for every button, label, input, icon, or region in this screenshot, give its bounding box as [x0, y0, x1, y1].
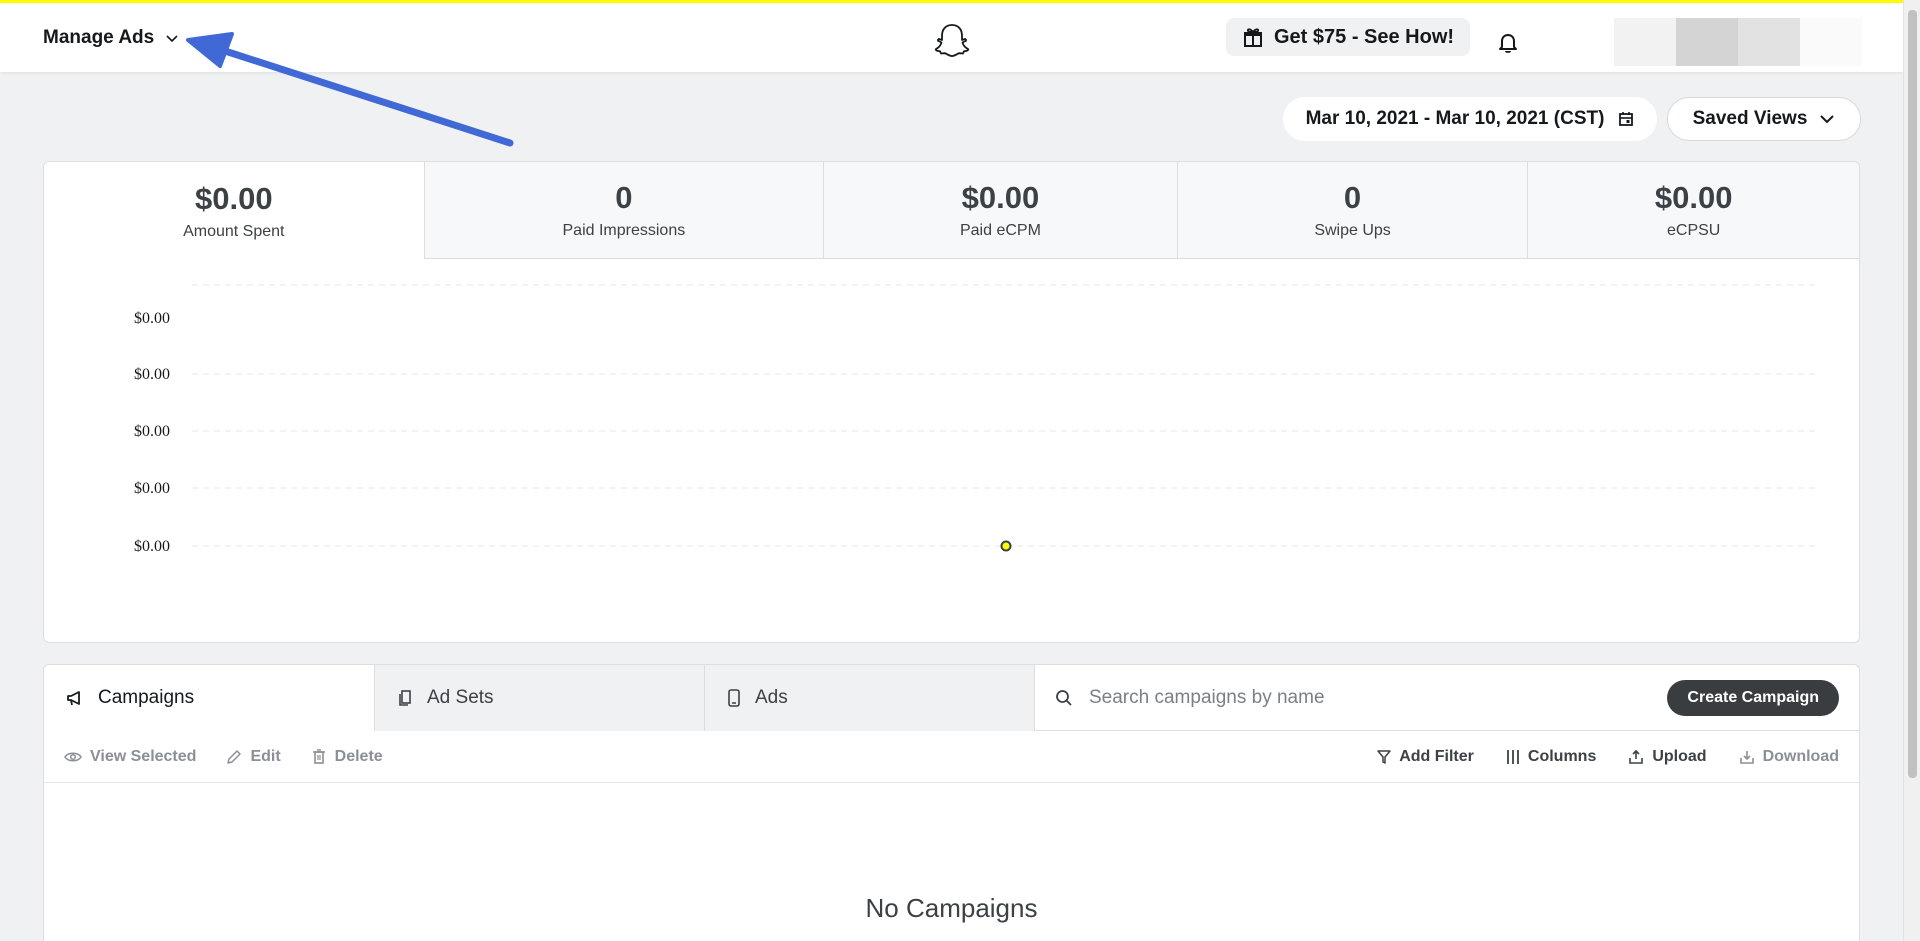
tab-campaigns[interactable]: Campaigns [44, 665, 375, 731]
tab-ad-sets[interactable]: Ad Sets [375, 665, 705, 731]
line-chart: $0.00 $0.00 $0.00 $0.00 $0.00 [134, 284, 1819, 555]
metric-value: 0 [1343, 180, 1362, 215]
columns-button[interactable]: Columns [1506, 748, 1596, 766]
notification-bell-icon[interactable] [1496, 30, 1520, 54]
download-label: Download [1762, 747, 1839, 765]
metric-amount-spent[interactable]: $0.00 Amount Spent [44, 162, 424, 259]
metric-label: Paid Impressions [562, 222, 686, 239]
page-scrollbar[interactable] [1903, 0, 1920, 941]
download-icon [1739, 750, 1754, 764]
metric-paid-ecpm[interactable]: $0.00 Paid eCPM [823, 162, 1177, 259]
metric-paid-impressions[interactable]: 0 Paid Impressions [423, 162, 824, 259]
saved-views-dropdown[interactable]: Saved Views [1667, 97, 1861, 141]
metric-label: Swipe Ups [1314, 222, 1391, 239]
trash-icon [312, 749, 325, 764]
view-selected-label: View Selected [90, 747, 197, 765]
columns-icon [1506, 749, 1519, 764]
tab-label: Campaigns [98, 687, 195, 708]
metric-label: eCPSU [1667, 222, 1721, 239]
chevron-down-icon [1820, 115, 1835, 124]
metric-label: Paid eCPM [959, 222, 1041, 239]
campaigns-card: Campaigns Ad Sets Ads Create Campaign Vi… [43, 664, 1860, 941]
pencil-icon [227, 749, 242, 764]
top-navigation-bar: Manage Ads Get $75 - See How! [0, 0, 1903, 72]
add-filter-button[interactable]: Add Filter [1377, 748, 1474, 766]
metric-value: $0.00 [961, 180, 1040, 215]
metric-value: $0.00 [1654, 180, 1733, 215]
stats-card: $0.00 Amount Spent 0 Paid Impressions $0… [43, 161, 1860, 643]
avatar-placeholder [1800, 18, 1862, 66]
add-filter-label: Add Filter [1399, 747, 1474, 765]
ad-sets-icon [399, 690, 411, 706]
chart-data-point [1000, 540, 1012, 552]
metric-value: $0.00 [195, 180, 273, 216]
upload-icon [1629, 749, 1644, 764]
gift-icon [1244, 28, 1262, 47]
y-tick-label: $0.00 [134, 310, 170, 327]
phone-icon [728, 689, 740, 707]
view-selected-button[interactable]: View Selected [64, 748, 196, 766]
promo-label: Get $75 - See How! [1274, 25, 1455, 48]
table-toolbar: View Selected Edit Delete Add Filter Col… [44, 731, 1859, 783]
upload-label: Upload [1652, 747, 1707, 765]
eye-icon [64, 752, 82, 761]
scrollbar-thumb[interactable] [1908, 10, 1917, 778]
metric-value: 0 [615, 180, 633, 215]
edit-label: Edit [250, 747, 281, 765]
y-tick-label: $0.00 [134, 423, 170, 440]
chevron-down-icon [166, 35, 178, 43]
date-range-picker[interactable]: Mar 10, 2021 - Mar 10, 2021 (CST) [1283, 97, 1657, 141]
search-input[interactable] [1089, 686, 1589, 709]
saved-views-label: Saved Views [1692, 108, 1808, 129]
metric-label: Amount Spent [183, 222, 285, 240]
promo-button[interactable]: Get $75 - See How! [1226, 18, 1471, 56]
date-range-label: Mar 10, 2021 - Mar 10, 2021 (CST) [1305, 108, 1605, 129]
download-button[interactable]: Download [1739, 748, 1839, 766]
edit-button[interactable]: Edit [226, 747, 281, 766]
avatar-placeholder [1738, 18, 1800, 66]
y-tick-label: $0.00 [134, 366, 170, 383]
metric-swipe-ups[interactable]: 0 Swipe Ups [1176, 162, 1528, 259]
y-tick-label: $0.00 [134, 480, 170, 497]
delete-label: Delete [334, 747, 383, 765]
avatar-placeholder [1614, 18, 1676, 66]
account-switcher[interactable] [1614, 18, 1862, 66]
create-campaign-button[interactable]: Create Campaign [1667, 680, 1839, 716]
entity-tabs: Campaigns Ad Sets Ads Create Campaign [44, 665, 1859, 731]
delete-button[interactable]: Delete [311, 748, 383, 766]
calendar-icon [1619, 112, 1634, 126]
manage-ads-menu[interactable]: Manage Ads [43, 27, 180, 49]
avatar-placeholder [1676, 18, 1738, 66]
tab-label: Ads [755, 687, 788, 708]
metric-tabs: $0.00 Amount Spent 0 Paid Impressions $0… [44, 162, 1859, 259]
tab-label: Ad Sets [427, 687, 494, 708]
y-tick-label: $0.00 [134, 538, 170, 555]
manage-ads-label: Manage Ads [43, 27, 155, 48]
filter-icon [1377, 749, 1391, 764]
campaign-search: Create Campaign [1035, 665, 1859, 730]
columns-label: Columns [1527, 747, 1597, 765]
metric-ecpsu[interactable]: $0.00 eCPSU [1527, 162, 1859, 259]
snapchat-ghost-logo[interactable] [932, 21, 972, 61]
empty-state-message: No Campaigns [865, 893, 1038, 923]
search-icon [1056, 689, 1072, 706]
megaphone-icon [67, 691, 80, 706]
tab-ads[interactable]: Ads [705, 665, 1035, 731]
upload-button[interactable]: Upload [1628, 747, 1707, 766]
